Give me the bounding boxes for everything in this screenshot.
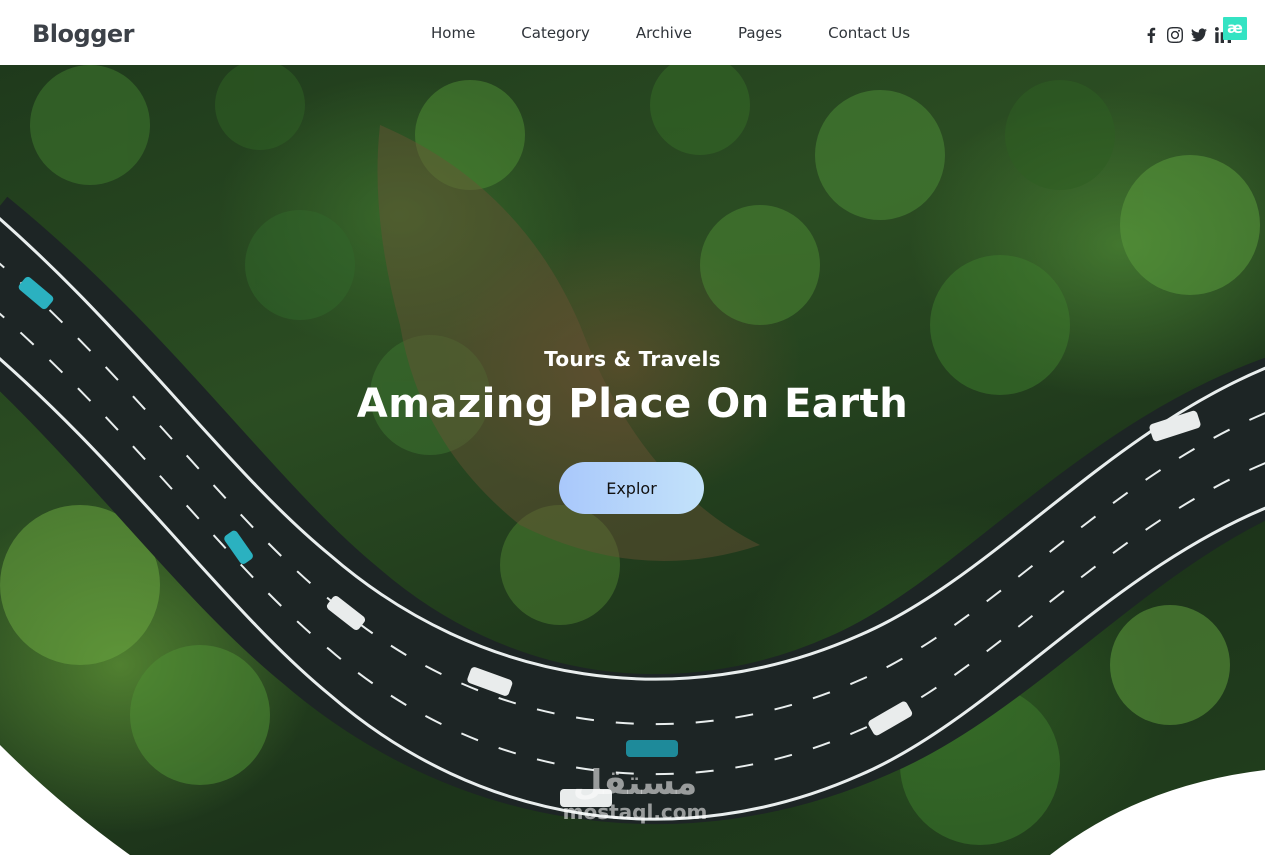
facebook-icon[interactable]	[1143, 26, 1159, 44]
hero-section: Tours & Travels Amazing Place On Earth E…	[0, 65, 1265, 855]
explore-button[interactable]: Explor	[559, 462, 704, 514]
nav-category[interactable]: Category	[521, 24, 590, 44]
instagram-icon[interactable]	[1167, 26, 1183, 44]
watermark-latin: mostaql.com	[562, 800, 708, 824]
nav-pages[interactable]: Pages	[738, 24, 782, 44]
nav-home[interactable]: Home	[431, 24, 475, 44]
ae-badge-icon: æ	[1223, 17, 1247, 40]
twitter-icon[interactable]	[1191, 26, 1207, 44]
site-header: Blogger Home Category Archive Pages Cont…	[0, 0, 1265, 65]
nav-archive[interactable]: Archive	[636, 24, 692, 44]
watermark-arabic: مستقل	[572, 763, 698, 803]
hero-title: Amazing Place On Earth	[356, 381, 909, 427]
main-nav: Home Category Archive Pages Contact Us	[431, 24, 910, 44]
site-logo[interactable]: Blogger	[32, 20, 134, 48]
aerial-forest-road-image	[0, 65, 1265, 855]
social-links	[1143, 26, 1231, 44]
nav-contact-us[interactable]: Contact Us	[828, 24, 910, 44]
hero-subtitle: Tours & Travels	[544, 347, 721, 371]
mostaql-watermark: مستقل mostaql.com	[555, 765, 715, 823]
